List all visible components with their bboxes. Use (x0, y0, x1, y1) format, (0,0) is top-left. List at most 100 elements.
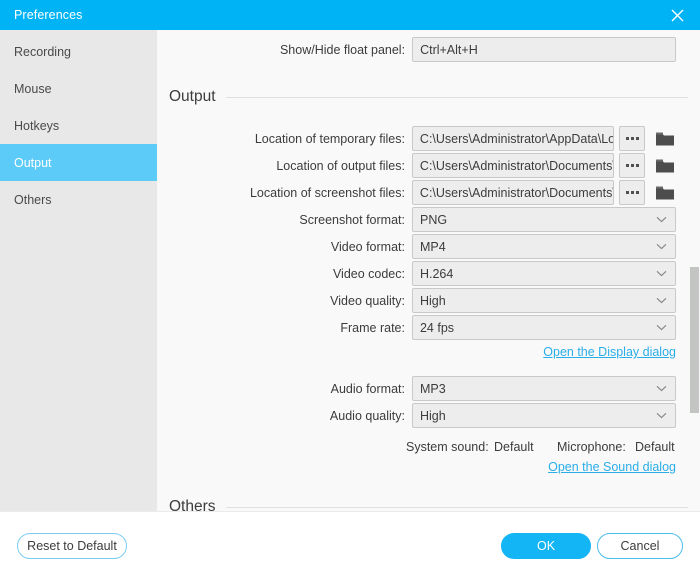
cancel-label: Cancel (620, 539, 660, 553)
show-hide-float-panel-label: Show/Hide float panel: (279, 42, 406, 57)
audio-quality-select[interactable]: High (411, 403, 676, 428)
video-codec-value: H.264 (419, 266, 454, 281)
ok-button[interactable]: OK (501, 533, 591, 559)
audio-format-value: MP3 (419, 381, 446, 396)
temporary-files-browse-button[interactable] (618, 126, 646, 151)
section-divider (225, 506, 688, 508)
open-sound-dialog-link[interactable]: Open the Sound dialog (548, 460, 676, 474)
screenshot-files-label: Location of screenshot files: (249, 185, 405, 200)
row-audio-format: Audio format: MP3 (157, 376, 676, 401)
output-files-input[interactable]: C:\Users\Administrator\Documents\ (411, 153, 614, 178)
output-files-open-folder-button[interactable] (654, 153, 676, 178)
temporary-files-value: C:\Users\Administrator\AppData\Lo (419, 131, 614, 146)
ellipsis-icon (625, 164, 629, 167)
close-button[interactable] (654, 0, 700, 30)
preferences-window: Preferences Recording Mouse Hotkeys Outp… (0, 0, 700, 563)
video-quality-label: Video quality: (330, 293, 405, 308)
row-video-quality: Video quality: High (157, 288, 676, 313)
output-files-label: Location of output files: (276, 158, 405, 173)
reset-to-default-button[interactable]: Reset to Default (17, 533, 127, 559)
output-files-value: C:\Users\Administrator\Documents\ (419, 158, 614, 173)
temporary-files-label: Location of temporary files: (254, 131, 405, 146)
video-format-select[interactable]: MP4 (411, 234, 676, 259)
frame-rate-value: 24 fps (419, 320, 455, 335)
ellipsis-icon (630, 164, 634, 167)
video-codec-label: Video codec: (332, 266, 405, 281)
system-sound-label: System sound: (406, 440, 489, 454)
show-hide-float-panel-value: Ctrl+Alt+H (420, 42, 478, 57)
screenshot-files-browse-button[interactable] (618, 180, 646, 205)
video-quality-select[interactable]: High (411, 288, 676, 313)
folder-icon (656, 132, 675, 145)
row-frame-rate: Frame rate: 24 fps (157, 315, 676, 340)
sidebar-item-mouse[interactable]: Mouse (0, 70, 157, 107)
screenshot-files-value: C:\Users\Administrator\Documents\ (419, 185, 614, 200)
chevron-down-icon (656, 243, 667, 250)
sidebar-item-recording[interactable]: Recording (0, 33, 157, 70)
output-files-browse-button[interactable] (618, 153, 646, 178)
sidebar-item-output[interactable]: Output (0, 144, 157, 181)
frame-rate-label: Frame rate: (340, 320, 405, 335)
ellipsis-icon (625, 191, 629, 194)
audio-quality-value: High (419, 408, 446, 423)
video-format-label: Video format: (330, 239, 405, 254)
ellipsis-icon (630, 191, 634, 194)
row-screenshot-files: Location of screenshot files: C:\Users\A… (157, 180, 676, 205)
ellipsis-icon (635, 191, 639, 194)
ok-label: OK (536, 539, 556, 553)
chevron-down-icon (656, 385, 667, 392)
temporary-files-open-folder-button[interactable] (654, 126, 676, 151)
video-codec-select[interactable]: H.264 (411, 261, 676, 286)
sidebar-item-label: Others (14, 192, 52, 207)
ellipsis-icon (635, 164, 639, 167)
screenshot-files-input[interactable]: C:\Users\Administrator\Documents\ (411, 180, 614, 205)
chevron-down-icon (656, 297, 667, 304)
audio-quality-label: Audio quality: (329, 408, 405, 423)
ellipsis-icon (625, 137, 629, 140)
row-show-hide-float-panel: Show/Hide float panel: Ctrl+Alt+H (157, 37, 676, 62)
chevron-down-icon (656, 270, 667, 277)
close-icon (671, 9, 683, 21)
system-sound-value: Default (494, 440, 534, 454)
row-video-codec: Video codec: H.264 (157, 261, 676, 286)
show-hide-float-panel-input[interactable]: Ctrl+Alt+H (412, 37, 676, 62)
audio-format-label: Audio format: (330, 381, 405, 396)
sidebar-item-others[interactable]: Others (0, 181, 157, 218)
section-title-others: Others (169, 498, 216, 511)
open-display-dialog-link[interactable]: Open the Display dialog (543, 345, 676, 359)
ellipsis-icon (635, 137, 639, 140)
ellipsis-icon (630, 137, 634, 140)
reset-to-default-label: Reset to Default (27, 539, 117, 553)
section-divider (225, 96, 688, 98)
content-scrollbar-track[interactable] (689, 30, 700, 511)
row-audio-quality: Audio quality: High (157, 403, 676, 428)
sidebar-item-label: Output (14, 155, 52, 170)
row-temporary-files: Location of temporary files: C:\Users\Ad… (157, 126, 676, 151)
sidebar-item-label: Hotkeys (14, 118, 60, 133)
section-header-others: Others (169, 498, 688, 511)
temporary-files-input[interactable]: C:\Users\Administrator\AppData\Lo (411, 126, 614, 151)
footer-bar: Reset to Default OK Cancel (0, 511, 700, 563)
screenshot-format-select[interactable]: PNG (411, 207, 676, 232)
chevron-down-icon (656, 324, 667, 331)
content-scrollbar-thumb[interactable] (690, 267, 699, 413)
video-quality-value: High (419, 293, 446, 308)
sidebar: Recording Mouse Hotkeys Output Others (0, 30, 157, 511)
section-title-output: Output (169, 88, 216, 105)
screenshot-format-label: Screenshot format: (299, 212, 405, 227)
window-title: Preferences (14, 8, 83, 22)
frame-rate-select[interactable]: 24 fps (411, 315, 676, 340)
screenshot-format-value: PNG (419, 212, 448, 227)
chevron-down-icon (656, 216, 667, 223)
audio-format-select[interactable]: MP3 (411, 376, 676, 401)
cancel-button[interactable]: Cancel (597, 533, 683, 559)
row-output-files: Location of output files: C:\Users\Admin… (157, 153, 676, 178)
microphone-value: Default (635, 440, 675, 454)
row-video-format: Video format: MP4 (157, 234, 676, 259)
chevron-down-icon (656, 412, 667, 419)
sidebar-item-label: Recording (14, 44, 71, 59)
folder-icon (656, 159, 675, 172)
sidebar-item-hotkeys[interactable]: Hotkeys (0, 107, 157, 144)
screenshot-files-open-folder-button[interactable] (654, 180, 676, 205)
sidebar-item-label: Mouse (14, 81, 52, 96)
